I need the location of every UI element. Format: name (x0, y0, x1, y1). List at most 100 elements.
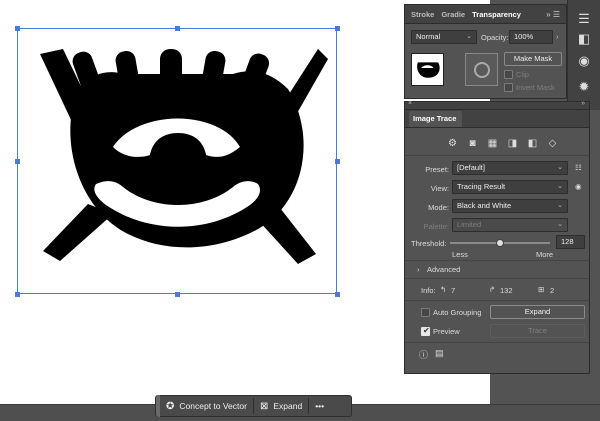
opacity-label: Opacity: (481, 33, 509, 42)
camera-icon[interactable]: ◙ (467, 138, 478, 149)
auto-grouping-checkbox[interactable] (421, 308, 430, 317)
opacity-value: 100% (514, 32, 534, 41)
chevron-down-icon: ⌄ (466, 33, 472, 40)
more-options-button[interactable]: ••• (309, 395, 330, 417)
tab-stroke[interactable]: Stroke (411, 10, 434, 19)
colors-count: 2 (550, 286, 555, 295)
preview-checkbox[interactable] (421, 326, 430, 336)
hamburger-icon[interactable]: ☰ (575, 10, 593, 28)
anchors-count: 132 (500, 286, 513, 295)
divider (405, 342, 589, 343)
selection-handle[interactable] (15, 26, 20, 31)
appearance-icon[interactable]: ◉ (575, 52, 593, 70)
chevron-right-icon[interactable]: › (556, 32, 559, 41)
paths-icon: ↰ (440, 285, 447, 294)
concept-to-vector-label: Concept to Vector (179, 401, 247, 411)
mode-label: Mode: (428, 203, 449, 212)
blend-mode-value: Normal (416, 32, 441, 41)
opacity-field[interactable]: 100% (509, 30, 553, 44)
selected-artwork-bounds[interactable] (17, 28, 337, 294)
panel-tab-bar: Stroke Gradie Transparency » ☰ (405, 5, 566, 24)
mask-thumbnail[interactable] (465, 53, 498, 86)
artwork-thumbnail[interactable] (411, 53, 444, 86)
tab-transparency[interactable]: Transparency (472, 10, 521, 19)
auto-color-icon[interactable]: ⚙ (447, 138, 458, 149)
preset-select[interactable]: [Default] ⌄ (452, 161, 568, 175)
outline-icon[interactable]: ◇ (547, 138, 558, 149)
mode-value: Black and White (457, 201, 512, 210)
selection-handle[interactable] (335, 26, 340, 31)
selection-handle[interactable] (175, 292, 180, 297)
tab-image-trace[interactable]: Image Trace (409, 111, 463, 127)
transparency-panel: Stroke Gradie Transparency » ☰ Normal ⌄ … (404, 4, 567, 99)
panel-icon-strip: ☰ ◧ ◉ ✹ (567, 0, 600, 110)
eye-icon[interactable]: ◉ (575, 182, 582, 191)
threshold-slider-track[interactable] (450, 239, 550, 247)
app-window: ☰ ◧ ◉ ✹ Stroke Gradie Transparency » ☰ N… (0, 0, 600, 421)
more-label: More (536, 250, 554, 259)
threshold-field[interactable]: 128 (556, 235, 585, 249)
gear-icon[interactable]: ✹ (575, 78, 593, 96)
threshold-slider-thumb[interactable] (496, 239, 504, 247)
preview-label: Preview (433, 327, 460, 336)
traced-eye-artwork[interactable] (18, 29, 338, 295)
chat-icon[interactable]: ▤ (435, 348, 444, 359)
anchors-icon: ↱ (489, 285, 496, 294)
close-icon[interactable]: × (408, 100, 412, 107)
panel-tab-bar: Image Trace (405, 110, 589, 128)
palette-label: Palette: (423, 222, 449, 231)
divider (405, 155, 589, 156)
panel-menu-icon[interactable]: » ☰ (546, 10, 560, 19)
expand-trace-label: Expand (273, 401, 303, 411)
mode-select[interactable]: Black and White ⌄ (452, 199, 568, 213)
collapse-icon[interactable]: » (581, 100, 585, 107)
black-white-icon[interactable]: ◧ (527, 138, 538, 149)
chevron-right-icon[interactable]: › (417, 265, 420, 274)
selection-handle[interactable] (15, 159, 20, 164)
info-icon[interactable]: ⓘ (419, 348, 428, 361)
threshold-value: 128 (561, 237, 574, 246)
view-select[interactable]: Tracing Result ⌄ (452, 180, 568, 194)
selection-handle[interactable] (15, 292, 20, 297)
expand-trace-button[interactable]: ⊠ Expand (254, 395, 308, 417)
expand-icon: ⊠ (259, 400, 269, 412)
make-mask-button[interactable]: Make Mask (504, 52, 562, 66)
selection-handle[interactable] (335, 292, 340, 297)
chevron-down-icon: ⌄ (557, 164, 563, 171)
layers-icon[interactable]: ◧ (575, 30, 593, 48)
grayscale-icon[interactable]: ◨ (507, 138, 518, 149)
clip-checkbox[interactable] (504, 70, 513, 79)
list-icon[interactable]: ☷ (575, 163, 582, 172)
image-trace-panel: × » Image Trace ⚙ ◙ ▦ ◨ ◧ ◇ Preset: [Def… (404, 100, 590, 374)
divider (405, 278, 589, 279)
chevron-down-icon: ⌄ (557, 221, 563, 228)
chevron-down-icon: ⌄ (557, 183, 563, 190)
selection-handle[interactable] (175, 26, 180, 31)
less-label: Less (452, 250, 468, 259)
thumbnail-eye-icon (417, 62, 440, 78)
concept-to-vector-button[interactable]: ✪ Concept to Vector (160, 395, 253, 417)
preset-label: Preset: (425, 165, 449, 174)
view-value: Tracing Result (457, 182, 506, 191)
low-color-icon[interactable]: ▦ (487, 138, 498, 149)
paths-count: 7 (451, 286, 456, 295)
chevron-down-icon: ⌄ (557, 202, 563, 209)
view-label: View: (430, 184, 449, 193)
divider (405, 300, 589, 301)
auto-grouping-label: Auto Grouping (433, 308, 482, 317)
invert-mask-checkbox[interactable] (504, 83, 513, 92)
preset-value: [Default] (457, 163, 485, 172)
tab-gradient[interactable]: Gradie (441, 10, 465, 19)
sparkle-icon: ✪ (166, 400, 175, 412)
panel-drag-bar[interactable]: × » (405, 100, 589, 110)
expand-button[interactable]: Expand (490, 305, 585, 319)
blend-mode-select[interactable]: Normal ⌄ (411, 30, 477, 44)
trace-button: Trace (490, 324, 585, 338)
clip-label: Clip (516, 70, 529, 79)
threshold-label: Threshold: (411, 239, 447, 248)
selection-handle[interactable] (335, 159, 340, 164)
palette-select: Limited ⌄ (452, 218, 568, 232)
advanced-toggle[interactable]: Advanced (427, 265, 460, 274)
divider (405, 260, 589, 261)
palette-value: Limited (457, 220, 482, 229)
